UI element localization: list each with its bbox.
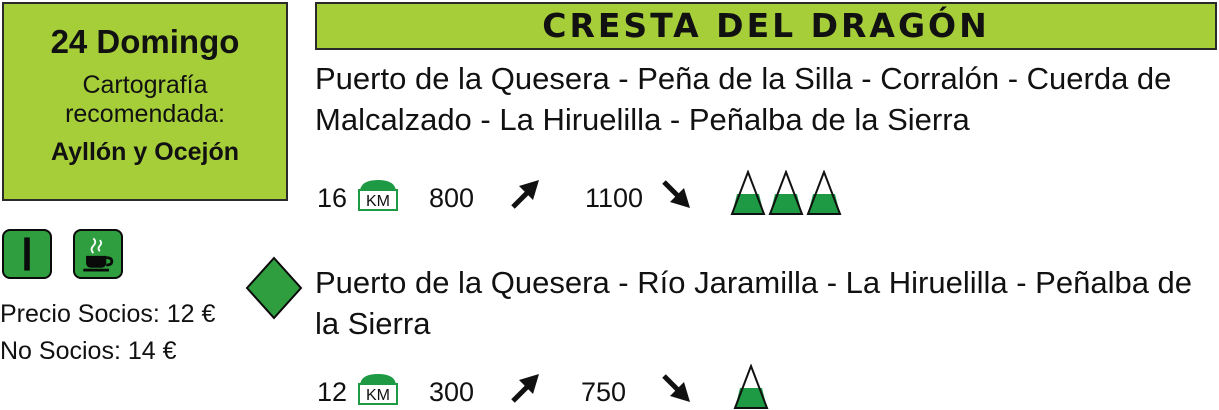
arrow-down-right-icon	[662, 180, 690, 208]
member-price: Precio Socios: 12 €	[0, 300, 216, 328]
route-description-1: Puerto de la Quesera - Peña de la Silla …	[315, 61, 1172, 137]
mountain-peak-icon	[806, 170, 842, 215]
route-description-2: Puerto de la Quesera - Río Jaramilla - L…	[315, 265, 1193, 341]
difficulty-rating	[730, 166, 860, 216]
arrow-up-right-icon	[511, 374, 539, 403]
arrow-down-right-icon	[662, 374, 690, 402]
ascent-value: 300	[429, 377, 475, 407]
level-bar-icon	[2, 229, 52, 279]
title-banner: CRESTA DEL DRAGÓN	[315, 2, 1217, 50]
distance-value: 12	[317, 377, 348, 407]
mountain-peak-icon	[768, 170, 804, 215]
km-marker-icon: KM	[358, 374, 398, 405]
arrow-up-right-icon	[511, 180, 539, 209]
difficulty-rating	[733, 360, 863, 410]
km-badge-label: KM	[366, 193, 390, 210]
mountain-peak-icon	[733, 364, 769, 409]
diamond-icon	[245, 256, 303, 320]
descent-value: 1100	[585, 183, 644, 213]
event-date: 24 Domingo	[50, 23, 240, 60]
km-marker-icon: KM	[358, 180, 398, 211]
event-info-box: 24 Domingo Cartografía recomendada: Ayll…	[2, 2, 288, 201]
cartography-value: Ayllón y Ocejón	[50, 138, 239, 166]
distance-value: 16	[317, 183, 348, 213]
route-stats-2: 12 KM 300 750	[315, 358, 855, 410]
descent-value: 750	[581, 377, 627, 407]
ascent-value: 800	[429, 183, 475, 213]
page-title: CRESTA DEL DRAGÓN	[542, 6, 990, 45]
coffee-cup-icon	[73, 229, 123, 279]
mountain-peak-icon	[730, 170, 766, 215]
cartography-label: Cartografía recomendada:	[65, 71, 225, 128]
km-badge-label: KM	[366, 387, 390, 404]
non-member-price: No Socios: 14 €	[0, 337, 177, 365]
route-stats-1: 16 KM 800 1100	[315, 164, 855, 216]
